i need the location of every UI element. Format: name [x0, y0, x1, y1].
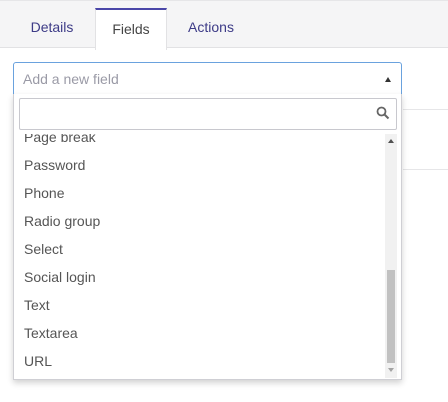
list-item-select[interactable]: Select [24, 239, 63, 259]
list-item-phone[interactable]: Phone [24, 183, 64, 203]
list-item-social-login[interactable]: Social login [24, 267, 96, 287]
search-icon [376, 106, 390, 120]
list-item-page-break[interactable]: Page break [24, 134, 96, 147]
tab-bar: Details Fields Actions [0, 0, 448, 50]
search-input[interactable] [20, 99, 370, 129]
divider [403, 169, 448, 170]
select-placeholder: Add a new field [23, 71, 119, 87]
list-item-textarea[interactable]: Textarea [24, 323, 78, 343]
list-item-password[interactable]: Password [24, 155, 85, 175]
add-field-select[interactable]: Add a new field [13, 62, 402, 95]
tab-details[interactable]: Details [16, 8, 88, 49]
scroll-down-icon[interactable] [388, 368, 394, 372]
tab-actions[interactable]: Actions [172, 8, 250, 49]
tab-fields[interactable]: Fields [95, 8, 167, 50]
list-item-url[interactable]: URL [24, 351, 52, 371]
divider [403, 109, 448, 110]
caret-up-icon [385, 77, 391, 82]
list-item-text[interactable]: Text [24, 295, 50, 315]
field-dropdown: Page break Password Phone Radio group Se… [13, 94, 402, 380]
scroll-up-icon[interactable] [388, 139, 394, 143]
scrollbar-thumb[interactable] [387, 270, 395, 363]
dropdown-search[interactable] [19, 98, 397, 130]
scrollbar[interactable] [385, 134, 397, 378]
list-item-radio-group[interactable]: Radio group [24, 211, 100, 231]
option-list: Page break Password Phone Radio group Se… [14, 134, 384, 378]
